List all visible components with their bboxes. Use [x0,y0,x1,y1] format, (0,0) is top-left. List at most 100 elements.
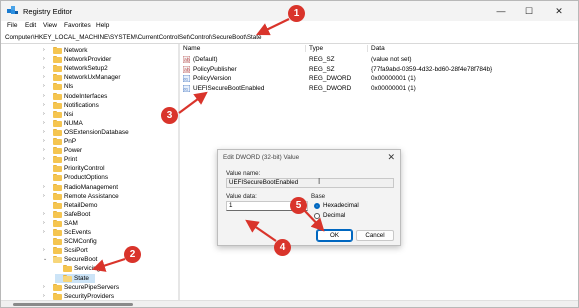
ok-button[interactable]: OK [316,229,353,242]
tree-item[interactable]: › SAM [43,219,165,228]
column-separator[interactable] [367,45,368,52]
chevron-right-icon[interactable]: › [43,155,49,164]
tree-item[interactable]: › Remote Assistance [43,192,165,201]
key-tree[interactable]: › Network › NetworkProvider › NetworkSetup2 › N… [1,44,177,301]
tree-item[interactable]: › SecurePipeServers [43,283,165,292]
chevron-right-icon[interactable]: › [43,128,49,137]
tree-item[interactable]: ProductOptions [45,173,165,182]
chevron-right-icon[interactable]: › [43,82,49,91]
tree-item-label: RetailDemo [64,201,98,209]
chevron-right-icon[interactable]: › [43,110,49,119]
horizontal-scrollbar[interactable] [1,300,578,307]
tree-item[interactable]: › ScsiPort [43,246,165,255]
chevron-right-icon[interactable]: › [43,92,49,101]
chevron-right-icon[interactable]: › [43,46,49,55]
menu-favorites[interactable]: Favorites [64,22,91,29]
folder-icon [53,147,62,155]
menu-help[interactable]: Help [96,22,109,29]
chevron-right-icon[interactable]: › [43,192,49,201]
tree-item-label: NetworkUxManager [64,74,121,82]
column-data[interactable]: Data [371,44,385,53]
tree-item-label: SafeBoot [64,210,91,218]
tree-item-label: Notifications [64,101,99,109]
tree-item[interactable]: › Network [43,46,165,55]
tree-item[interactable]: › NetworkProvider [43,55,165,64]
chevron-right-icon[interactable]: › [43,283,49,292]
column-name[interactable]: Name [183,44,200,53]
tree-item[interactable]: RetailDemo [45,201,165,210]
value-row[interactable]: ab PolicyPublisher REG_SZ {77fa9abd-0359-4d… [183,65,563,74]
folder-icon [53,210,62,218]
edit-dword-dialog: Edit DWORD (32-bit) Value ✕ Value name: … [217,149,401,246]
tree-item[interactable]: › NetworkSetup2 [43,64,165,73]
folder-icon [53,92,62,100]
tree-item[interactable]: › Notifications [43,101,165,110]
value-name: PolicyPublisher [193,65,237,73]
chevron-right-icon[interactable]: › [43,55,49,64]
chevron-right-icon[interactable]: › [43,246,49,255]
chevron-right-icon[interactable]: › [43,64,49,73]
scrollbar-thumb[interactable] [13,303,133,306]
tree-item[interactable]: › NetworkUxManager [43,73,165,82]
string-value-icon: ab [183,65,190,73]
menu-file[interactable]: File [7,22,17,29]
tree-item-label: PnP [64,138,77,145]
chevron-right-icon[interactable]: › [43,183,49,192]
base-label: Base [311,193,326,200]
folder-icon [53,292,62,300]
value-row[interactable]: 01 PolicyVersion REG_DWORD 0x00000001 (1) [183,74,563,83]
menu-view[interactable]: View [43,22,57,29]
chevron-right-icon[interactable]: › [43,219,49,228]
chevron-right-icon[interactable]: › [43,146,49,155]
chevron-right-icon[interactable]: › [43,137,49,146]
column-separator[interactable] [305,45,306,52]
pane-splitter[interactable] [178,44,180,301]
tree-item[interactable]: › Nls [43,82,165,91]
menu-edit[interactable]: Edit [25,22,36,29]
chevron-down-icon[interactable]: ⌄ [43,255,49,264]
hexadecimal-radio[interactable] [314,203,320,209]
value-row[interactable]: 01 UEFISecureBootEnabled REG_DWORD 0x000000… [183,84,563,93]
chevron-right-icon[interactable]: › [43,73,49,82]
tree-item[interactable]: › OSExtensionDatabase [43,128,165,137]
tree-item-label: ScsiPort [64,247,88,255]
value-type: REG_SZ [309,65,335,73]
registry-app-icon [7,6,18,14]
registry-editor-window: Registry Editor — ☐ ✕ File Edit View Fav… [0,0,579,308]
tree-item[interactable]: ⌄ SecureBoot [43,255,165,264]
address-bar[interactable]: Computer\HKEY_LOCAL_MACHINE\SYSTEM\Curre… [3,33,576,42]
column-type[interactable]: Type [309,44,323,53]
value-data: {77fa9abd-0359-4d32-bd60-28f4e78f784b} [371,65,493,73]
chevron-right-icon[interactable]: › [43,228,49,237]
folder-icon [53,219,62,227]
tree-item[interactable]: › Print [43,155,165,164]
folder-icon [53,83,62,91]
tree-item[interactable]: › NUMA [43,119,165,128]
chevron-right-icon[interactable]: › [43,210,49,219]
value-row[interactable]: ab (Default) REG_SZ (value not set) [183,55,563,64]
tree-item[interactable]: SCMConfig [45,237,165,246]
chevron-right-icon[interactable]: › [43,101,49,110]
chevron-right-icon[interactable]: › [43,119,49,128]
folder-icon [53,65,62,73]
tree-item-label: Servicing [74,265,101,273]
minimize-button[interactable]: — [487,3,515,19]
tree-item[interactable]: › NodeInterfaces [43,92,165,101]
value-type: REG_SZ [309,56,335,63]
tree-item[interactable]: › PnP [43,137,165,146]
tree-item[interactable]: › ScEvents [43,228,165,237]
tree-item[interactable]: PriorityControl [45,164,165,173]
tree-item[interactable]: Servicing [55,264,175,273]
tree-item[interactable]: › Nsi [43,110,165,119]
window-title: Registry Editor [23,7,73,16]
dialog-close-button[interactable]: ✕ [387,152,395,163]
tree-item[interactable]: › RadioManagement [43,183,165,192]
decimal-radio[interactable] [314,213,320,219]
tree-item[interactable]: › Power [43,146,165,155]
folder-icon [53,119,62,127]
cancel-button[interactable]: Cancel [356,230,394,241]
tree-item[interactable]: › SafeBoot [43,210,165,219]
maximize-button[interactable]: ☐ [515,3,543,19]
tree-item[interactable]: State [55,273,95,283]
close-window-button[interactable]: ✕ [545,3,573,19]
